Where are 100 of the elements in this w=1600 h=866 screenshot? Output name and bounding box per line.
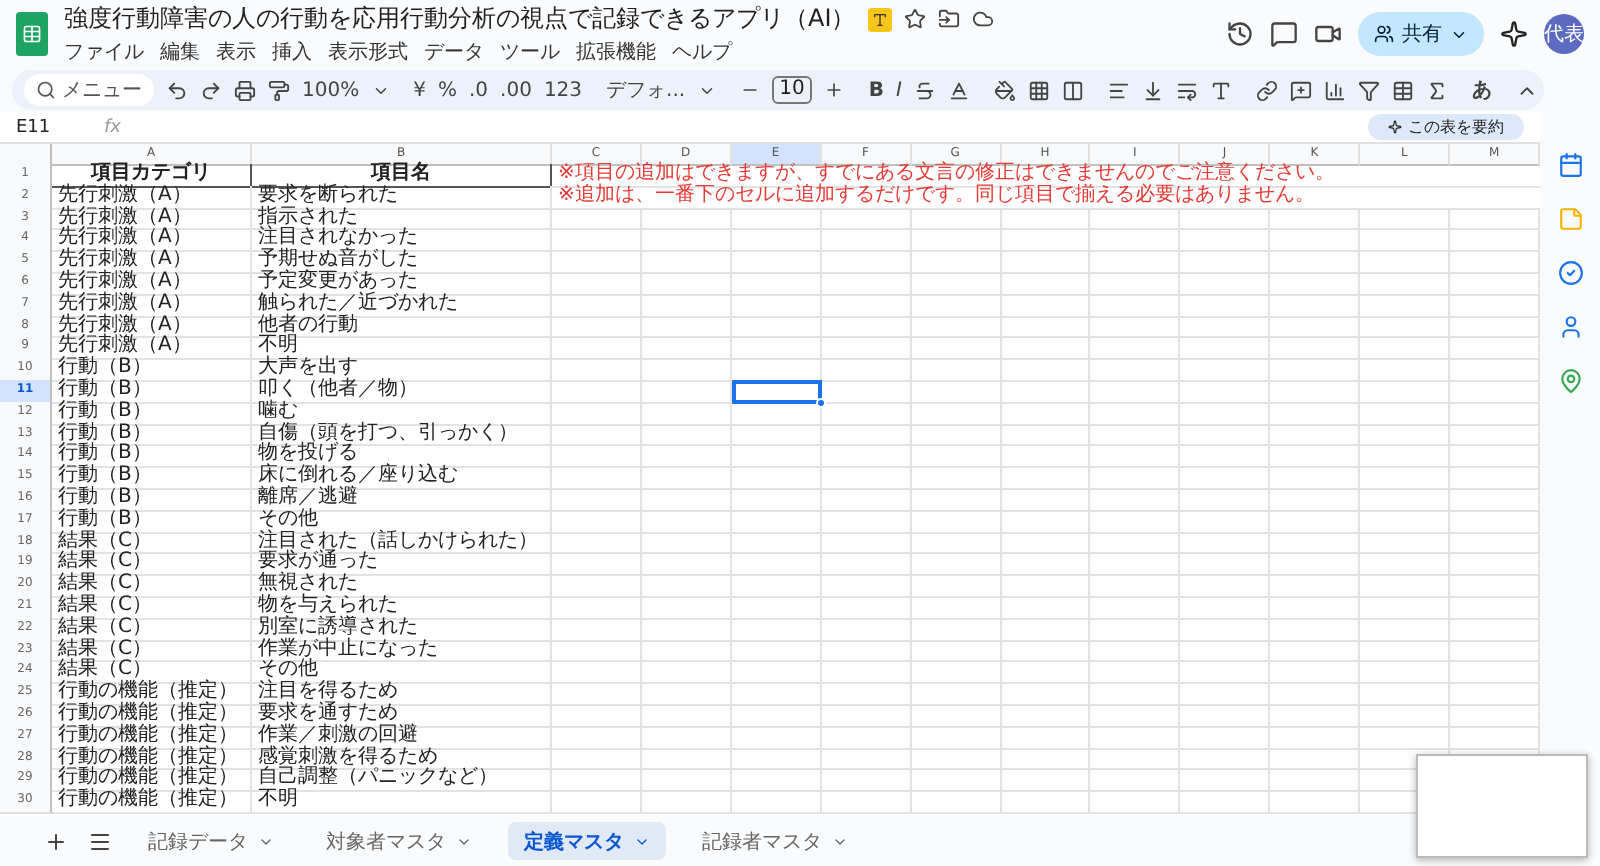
- table-cell: [1001, 271, 1091, 296]
- sheet-tab[interactable]: 定義マスタ: [508, 822, 666, 860]
- table-cell: [1270, 617, 1361, 642]
- menu-item[interactable]: 挿入: [272, 38, 312, 66]
- table-cell: [1450, 207, 1540, 231]
- font-select[interactable]: デフォ...: [606, 76, 686, 104]
- menu-item[interactable]: 表示形式: [328, 38, 408, 66]
- extension-icon[interactable]: [867, 7, 892, 31]
- avatar[interactable]: 代表: [1544, 14, 1584, 54]
- add-comment-icon[interactable]: [1289, 79, 1312, 101]
- zoom-select[interactable]: 100%: [302, 79, 360, 101]
- sigma-icon[interactable]: [1425, 79, 1448, 101]
- merge-cells-icon[interactable]: [1061, 79, 1084, 101]
- table-icon[interactable]: [1391, 79, 1414, 101]
- folder-icon[interactable]: [937, 8, 960, 30]
- cell-reference[interactable]: E11: [16, 117, 88, 137]
- paint-roller-icon[interactable]: [268, 79, 290, 101]
- print-icon[interactable]: [234, 79, 256, 101]
- percent-button[interactable]: %: [437, 79, 457, 101]
- video-icon[interactable]: [1314, 20, 1342, 48]
- summarize-button[interactable]: この表を要約: [1368, 114, 1524, 140]
- table-cell: [911, 531, 1002, 555]
- spreadsheet-logo[interactable]: [16, 12, 48, 56]
- tasks-icon[interactable]: [1557, 260, 1583, 286]
- menu-item[interactable]: 拡張機能: [576, 38, 656, 66]
- bold-button[interactable]: B: [868, 79, 884, 101]
- selected-cell[interactable]: [731, 379, 822, 404]
- menu-item[interactable]: ヘルプ: [672, 38, 732, 66]
- table-cell: [911, 315, 1002, 339]
- menu-item[interactable]: ファイル: [64, 38, 144, 66]
- text-color-icon[interactable]: [947, 79, 970, 101]
- person-icon[interactable]: [1557, 314, 1583, 340]
- table-cell: [1450, 660, 1540, 685]
- fill-color-icon[interactable]: [993, 79, 1016, 101]
- table-cell: [641, 725, 732, 750]
- menu-item[interactable]: データ: [424, 38, 484, 66]
- table-cell: [641, 747, 732, 771]
- sheet-tab[interactable]: 対象者マスタ: [310, 822, 488, 860]
- vertical-align-icon[interactable]: [1141, 79, 1164, 101]
- strikethrough-icon[interactable]: [913, 79, 936, 101]
- table-cell: [821, 271, 912, 296]
- table-cell: [552, 682, 642, 706]
- table-cell: [731, 725, 822, 750]
- table-cell: [1450, 423, 1540, 447]
- table-cell: [1001, 747, 1091, 771]
- document-title[interactable]: 強度行動障害の人の行動を応用行動分析の視点で記録できるアプリ（AI）: [64, 2, 856, 36]
- menu-item[interactable]: 編集: [160, 38, 200, 66]
- table-cell: [1270, 574, 1361, 598]
- table-cell: [1270, 682, 1361, 706]
- number-format-button[interactable]: 123: [543, 79, 583, 101]
- chart-icon[interactable]: [1323, 79, 1346, 101]
- currency-button[interactable]: ¥: [413, 79, 426, 101]
- undo-icon[interactable]: [166, 79, 188, 101]
- borders-icon[interactable]: [1027, 79, 1050, 101]
- table-cell: [1180, 315, 1271, 339]
- table-cell: [552, 660, 642, 685]
- text-rotation-icon[interactable]: [1209, 79, 1232, 101]
- plus-icon[interactable]: [824, 80, 845, 100]
- table-cell: [1180, 379, 1271, 404]
- menu-item[interactable]: ツール: [500, 38, 560, 66]
- table-cell: [552, 228, 642, 253]
- menu-icon[interactable]: [88, 829, 112, 853]
- sheet-tab[interactable]: 記録データ: [132, 822, 290, 860]
- table-cell: [1180, 725, 1271, 750]
- comment-icon[interactable]: [1270, 20, 1298, 48]
- table-cell: [821, 336, 912, 361]
- link-icon[interactable]: [1255, 79, 1278, 101]
- history-icon[interactable]: [1226, 20, 1254, 48]
- table-cell: [911, 207, 1002, 231]
- table-cell: [1360, 423, 1451, 447]
- star-icon[interactable]: [903, 8, 926, 30]
- italic-button[interactable]: I: [895, 79, 902, 101]
- calendar-icon[interactable]: [1557, 152, 1583, 178]
- decimal-decrease-button[interactable]: .0: [468, 79, 489, 101]
- font-size-field[interactable]: 10: [771, 76, 813, 104]
- table-cell: [821, 423, 912, 447]
- filter-icon[interactable]: [1357, 79, 1380, 101]
- table-cell: [1090, 617, 1181, 642]
- table-cell: [1270, 552, 1361, 577]
- menu-item[interactable]: 表示: [216, 38, 256, 66]
- table-cell: [1360, 401, 1451, 426]
- table-cell: [1450, 293, 1540, 318]
- map-pin-icon[interactable]: [1557, 368, 1583, 394]
- decimal-increase-button[interactable]: .00: [500, 79, 532, 101]
- menu-search-field[interactable]: メニュー: [24, 74, 154, 106]
- cloud-icon[interactable]: [971, 8, 994, 30]
- share-button[interactable]: 共有: [1358, 12, 1484, 56]
- align-left-icon[interactable]: [1107, 79, 1130, 101]
- table-cell: [641, 336, 732, 361]
- table-cell: [731, 293, 822, 318]
- redo-icon[interactable]: [200, 79, 222, 101]
- table-cell: [911, 336, 1002, 361]
- table-cell: [1360, 617, 1451, 642]
- sparkle-icon[interactable]: [1500, 20, 1528, 48]
- input-tools-button[interactable]: あ: [1471, 76, 1492, 104]
- table-cell: [552, 747, 642, 771]
- wrap-text-icon[interactable]: [1175, 79, 1198, 101]
- table-cell: [1360, 444, 1451, 469]
- sheet-tab[interactable]: 記録者マスタ: [686, 822, 864, 860]
- add-sheet-icon[interactable]: [44, 829, 68, 853]
